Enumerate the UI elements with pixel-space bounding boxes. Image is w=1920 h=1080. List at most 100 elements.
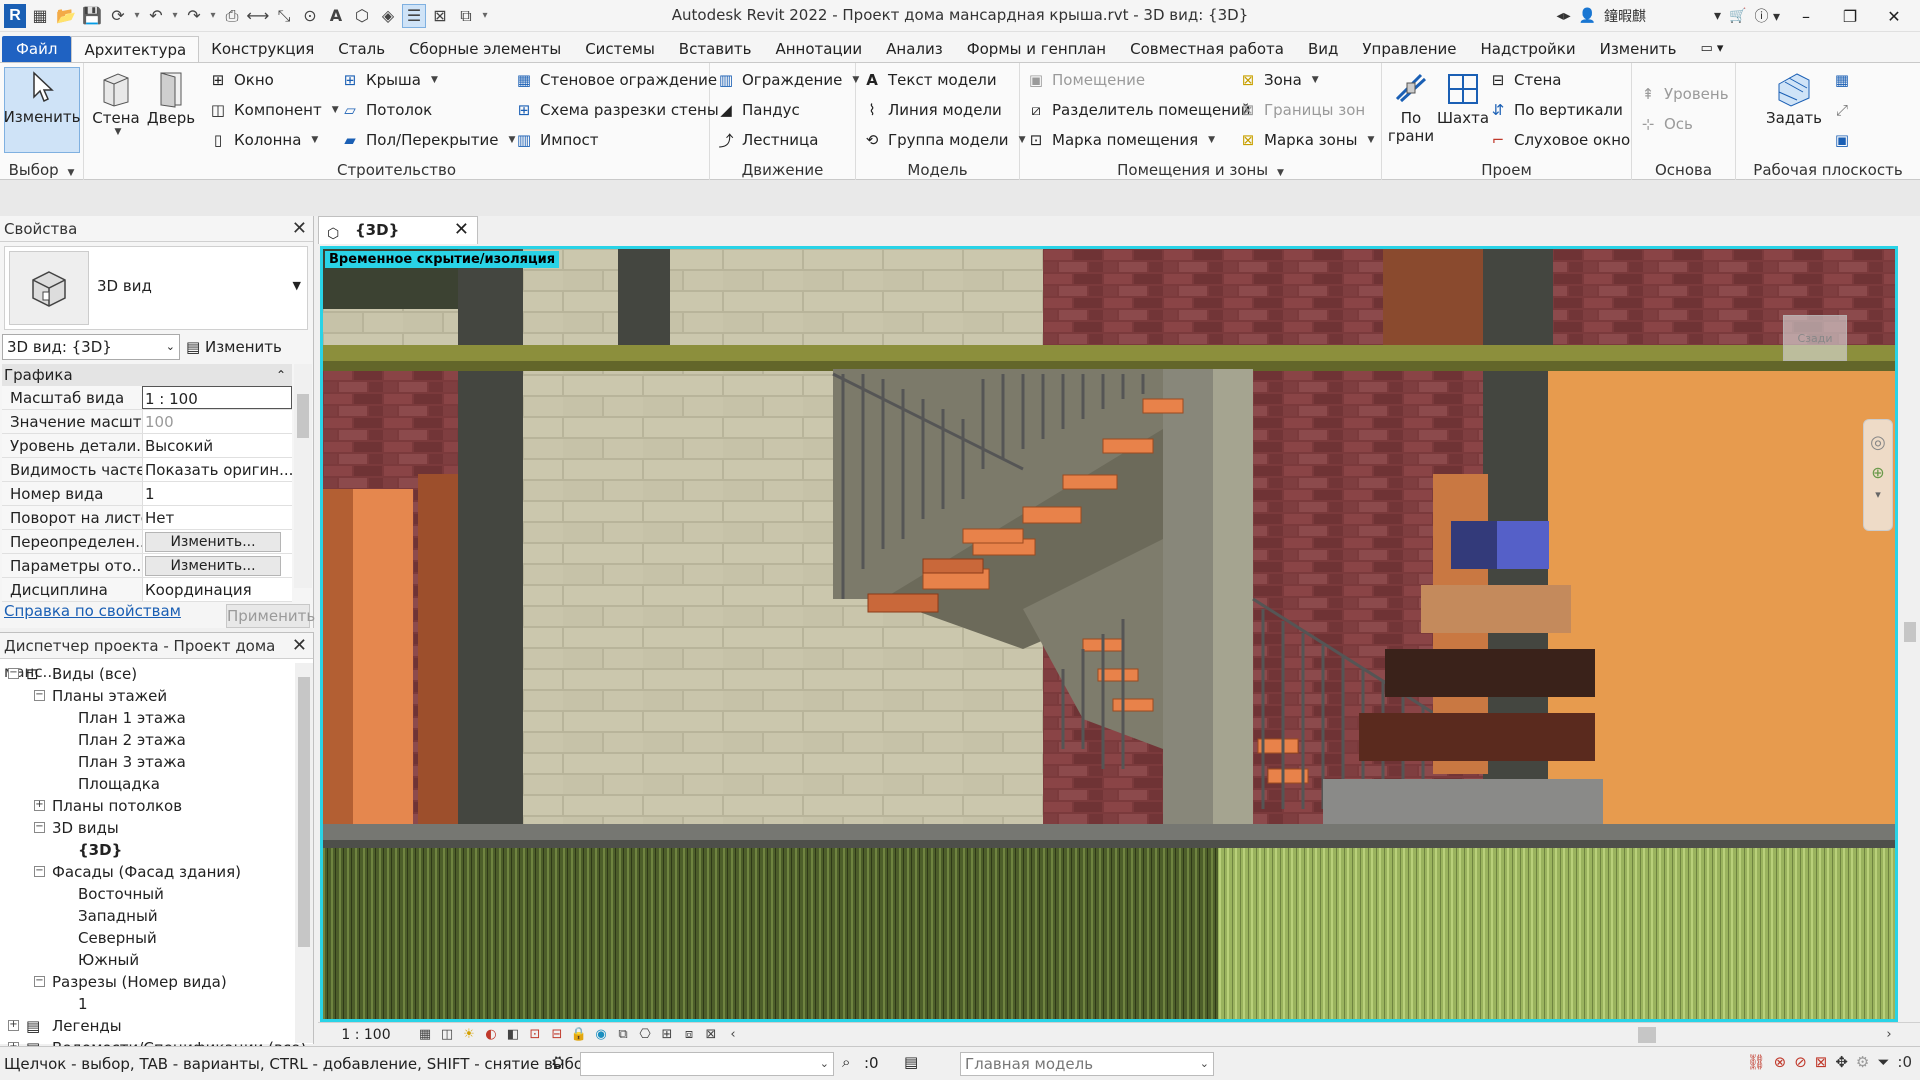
minimize-button[interactable]: –	[1788, 0, 1824, 32]
tree-item[interactable]: − ⊡ Виды (все)	[0, 663, 296, 685]
tab-systems[interactable]: Системы	[573, 36, 667, 62]
open-icon[interactable]: 📂	[54, 4, 78, 28]
properties-help-link[interactable]: Справка по свойствам	[4, 602, 181, 620]
floor-button[interactable]: ▰ Пол/Перекрытие ▼	[340, 127, 515, 153]
customize-qat-icon[interactable]: ▾	[480, 10, 490, 21]
dropdown-icon[interactable]: ▾	[170, 10, 180, 21]
properties-scrollbar[interactable]	[294, 364, 312, 588]
modify-button[interactable]: Изменить	[4, 67, 80, 153]
model-text-button[interactable]: A Текст модели	[862, 67, 996, 93]
editable-only-icon[interactable]: ⌕	[842, 1053, 850, 1071]
area-button[interactable]: ⊠ Зона ▼	[1238, 67, 1319, 93]
view-scale-input[interactable]: 1 : 100	[142, 386, 292, 409]
cart-icon[interactable]: 🛒	[1729, 8, 1746, 24]
section-icon[interactable]: ◈	[376, 4, 400, 28]
roof-button[interactable]: ⊞ Крыша ▼	[340, 67, 438, 93]
viewer-button[interactable]: ▣	[1832, 127, 1852, 153]
thin-lines-icon[interactable]: ☰	[402, 3, 426, 28]
revit-logo-icon[interactable]: R	[4, 3, 26, 28]
user-icon[interactable]: 👤	[1579, 8, 1596, 24]
ramp-button[interactable]: ◢ Пандус	[716, 97, 800, 123]
collapse-icon[interactable]: −	[34, 822, 45, 833]
redo-icon[interactable]: ↷	[182, 4, 206, 28]
horizontal-scrollbar-thumb[interactable]	[1638, 1027, 1656, 1043]
tree-item[interactable]: Южный	[0, 949, 296, 971]
browser-scrollbar[interactable]	[295, 663, 313, 1043]
select-pinned-icon[interactable]: ⊘	[1794, 1053, 1807, 1071]
collapse-icon[interactable]: −	[8, 668, 19, 679]
room-button[interactable]: ▣ Помещение	[1026, 67, 1145, 93]
select-underlay-icon[interactable]: ⊗	[1774, 1053, 1787, 1071]
aligned-dimension-icon[interactable]: ⤡	[272, 4, 296, 28]
scroll-left-icon[interactable]: ‹	[722, 1027, 744, 1042]
collapse-icon[interactable]: −	[34, 976, 45, 987]
tree-item[interactable]: − Разрезы (Номер вида)	[0, 971, 296, 993]
design-options-icon[interactable]: ▤	[904, 1053, 918, 1071]
tree-item[interactable]: + Планы потолков	[0, 795, 296, 817]
view-scale-control[interactable]: 1 : 100	[318, 1027, 414, 1043]
expand-icon[interactable]: +	[34, 800, 45, 811]
tree-item[interactable]: {3D}	[0, 839, 296, 861]
tab-collaborate[interactable]: Совместная работа	[1118, 36, 1296, 62]
window-button[interactable]: ⊞ Окно	[208, 67, 274, 93]
tab-massing[interactable]: Формы и генплан	[955, 36, 1118, 62]
tree-item[interactable]: Северный	[0, 927, 296, 949]
curtain-grid-button[interactable]: ⊞ Схема разрезки стены	[514, 97, 719, 123]
detail-level-icon[interactable]: ▦	[414, 1027, 436, 1042]
design-option-selector[interactable]: Главная модель ⌄	[960, 1052, 1214, 1076]
railing-button[interactable]: ▥ Ограждение ▼	[716, 67, 859, 93]
print-icon[interactable]: ⎙	[220, 4, 244, 28]
tree-item[interactable]: + ▤ Легенды	[0, 1015, 296, 1037]
room-tag-button[interactable]: ⊡ Марка помещения ▼	[1026, 127, 1215, 153]
tab-steel[interactable]: Сталь	[326, 36, 397, 62]
3d-view-icon[interactable]: ⬡	[350, 4, 374, 28]
close-icon[interactable]: ✕	[292, 216, 307, 242]
highlight-displacement-icon[interactable]: ⧈	[678, 1027, 700, 1042]
set-workplane-button[interactable]: Задать	[1764, 69, 1824, 127]
filter-icon[interactable]: ⏷	[1877, 1053, 1889, 1071]
tab-architecture[interactable]: Архитектура	[71, 36, 200, 62]
restore-button[interactable]: ❐	[1832, 0, 1868, 32]
by-face-button[interactable]: По грани	[1386, 69, 1436, 145]
tree-item[interactable]: 1	[0, 993, 296, 1015]
column-button[interactable]: ▯ Колонна ▼	[208, 127, 318, 153]
close-button[interactable]: ✕	[1876, 0, 1912, 32]
curtain-system-button[interactable]: ▦ Стеновое ограждение	[514, 67, 717, 93]
workset-selector[interactable]: ⌄	[580, 1052, 834, 1076]
steering-wheel-icon[interactable]: ◎	[1864, 432, 1892, 453]
type-selector[interactable]: 3D вид ▼	[4, 246, 308, 330]
visual-style-icon[interactable]: ◫	[436, 1027, 458, 1042]
collapse-icon[interactable]: −	[34, 866, 45, 877]
door-button[interactable]: Дверь	[146, 69, 196, 127]
lock-view-icon[interactable]: 🔒	[568, 1027, 590, 1042]
tree-item[interactable]: − Планы этажей	[0, 685, 296, 707]
mullion-button[interactable]: ▥ Импост	[514, 127, 599, 153]
level-button[interactable]: ⇞ Уровень	[1638, 81, 1729, 107]
view-cube[interactable]: Сзади	[1783, 315, 1847, 361]
tab-annotate[interactable]: Аннотации	[763, 36, 874, 62]
tree-item[interactable]: −3D виды	[0, 817, 296, 839]
select-links-icon[interactable]: ⛓	[1747, 1053, 1766, 1071]
text-icon[interactable]: A	[324, 4, 348, 28]
area-boundary-button[interactable]: ⊠ Границы зон	[1238, 97, 1366, 123]
worksharing-display-icon[interactable]: ⎔	[634, 1027, 656, 1042]
ceiling-button[interactable]: ▱ Потолок	[340, 97, 432, 123]
help-icon[interactable]: ⓘ ▾	[1755, 6, 1780, 26]
tab-analyze[interactable]: Анализ	[874, 36, 955, 62]
user-dropdown-icon[interactable]: ▾	[1714, 8, 1721, 24]
wall-opening-button[interactable]: ⊟ Стена	[1488, 67, 1562, 93]
zoom-icon[interactable]: ⊕	[1864, 463, 1892, 482]
property-group-graphics[interactable]: Графика ⌃	[2, 364, 292, 386]
analytical-model-icon[interactable]: ⊞	[656, 1027, 678, 1042]
sync-icon[interactable]: ⟳	[106, 4, 130, 28]
tree-item[interactable]: − Фасады (Фасад здания)	[0, 861, 296, 883]
tag-icon[interactable]: ⊙	[298, 4, 322, 28]
vg-overrides-edit-button[interactable]: Изменить...	[145, 532, 281, 552]
edit-type-button[interactable]: ▤ Изменить тип	[186, 334, 310, 382]
shaft-button[interactable]: Шахта	[1437, 69, 1489, 127]
tree-item[interactable]: Восточный	[0, 883, 296, 905]
worksets-icon[interactable]: ⛭	[552, 1053, 564, 1071]
sun-path-icon[interactable]: ☀	[458, 1027, 480, 1042]
tab-modify[interactable]: Изменить	[1588, 36, 1689, 62]
tree-item[interactable]: План 3 этажа	[0, 751, 296, 773]
